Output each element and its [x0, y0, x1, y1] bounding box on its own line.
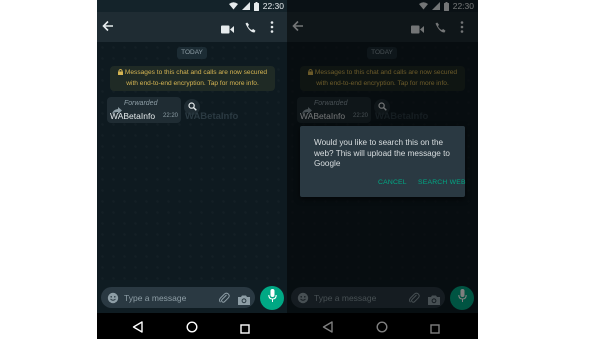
message-input[interactable] — [124, 289, 209, 306]
date-divider: TODAY — [177, 47, 207, 59]
chat-screen: 22:30 TODAY Messages to this chat and ca… — [97, 0, 288, 339]
status-time: 22:30 — [262, 1, 284, 11]
voice-message-button[interactable] — [260, 286, 284, 310]
battery-icon — [253, 1, 259, 11]
search-web-confirm-button[interactable]: SEARCH WEB — [418, 179, 466, 186]
video-call-icon[interactable] — [221, 21, 234, 39]
more-options-icon[interactable] — [270, 20, 274, 38]
camera-icon[interactable] — [238, 292, 250, 310]
back-arrow-icon[interactable] — [101, 19, 115, 38]
lock-icon — [117, 69, 123, 79]
message-time: 22:20 — [162, 113, 178, 119]
nav-back-icon[interactable] — [132, 320, 143, 338]
nav-home-icon[interactable] — [186, 320, 198, 338]
mic-icon — [267, 289, 277, 307]
nav-recents-icon[interactable] — [240, 321, 250, 339]
message-text: WABetaInfo — [110, 111, 156, 121]
dialog-message: Would you like to search this on the web… — [314, 138, 450, 168]
encryption-notice[interactable]: Messages to this chat and calls are now … — [110, 66, 275, 91]
emoji-icon[interactable] — [107, 291, 119, 309]
search-web-dialog: Would you like to search this on the web… — [300, 126, 466, 197]
cancel-button[interactable]: CANCEL — [378, 179, 407, 186]
wifi-icon — [228, 2, 238, 10]
message-bubble[interactable]: Forwarded WABetaInfo 22:20 — [107, 97, 181, 123]
forwarded-label: Forwarded — [124, 100, 158, 107]
message-composer — [101, 287, 255, 308]
phone-call-icon[interactable] — [245, 20, 256, 38]
signal-icon — [241, 2, 250, 10]
navigation-bar — [97, 313, 288, 339]
watermark: WABetaInfo — [185, 111, 239, 122]
attach-icon[interactable] — [218, 291, 230, 309]
chat-app-bar — [97, 12, 288, 42]
chat-screen-with-dialog: 22:30 TODAY Messages to this chat and ca… — [287, 0, 478, 339]
encryption-notice-text: Messages to this chat and calls are now … — [124, 69, 268, 87]
status-bar: 22:30 — [97, 0, 288, 12]
